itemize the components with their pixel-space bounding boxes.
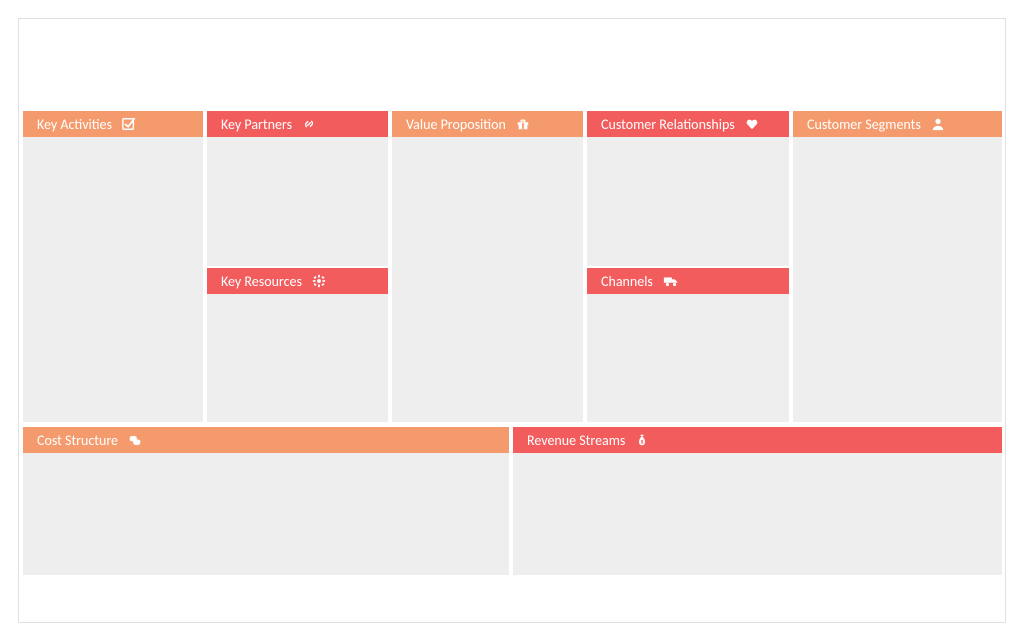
header-customer-relationships[interactable]: Customer Relationships: [585, 111, 791, 137]
header-key-partners[interactable]: Key Partners: [205, 111, 390, 137]
panel-key-activities[interactable]: [21, 137, 205, 424]
label-key-activities: Key Activities: [37, 116, 112, 133]
header-value-proposition[interactable]: Value Proposition: [390, 111, 585, 137]
header-customer-segments[interactable]: Customer Segments: [791, 111, 1004, 137]
label-key-resources: Key Resources: [221, 273, 302, 290]
label-customer-segments: Customer Segments: [807, 116, 921, 133]
header-revenue-streams[interactable]: Revenue Streams $: [511, 427, 1004, 453]
panel-channels[interactable]: [585, 294, 791, 424]
business-model-canvas: Key Activities Key Partners Value Propos…: [18, 18, 1006, 623]
label-customer-relationships: Customer Relationships: [601, 116, 735, 133]
coins-icon: [128, 433, 142, 447]
header-key-activities[interactable]: Key Activities: [21, 111, 205, 137]
header-key-resources[interactable]: Key Resources: [205, 268, 390, 294]
panel-customer-relationships[interactable]: [585, 137, 791, 268]
label-value-proposition: Value Proposition: [406, 116, 506, 133]
money-bag-icon: $: [635, 433, 649, 447]
truck-icon: [663, 274, 679, 288]
link-icon: [302, 117, 316, 131]
panel-value-proposition[interactable]: [390, 137, 585, 424]
panel-key-partners[interactable]: [205, 137, 390, 268]
gear-icon: [312, 274, 326, 288]
panel-revenue-streams[interactable]: [511, 453, 1004, 577]
label-cost-structure: Cost Structure: [37, 432, 118, 449]
panel-customer-segments[interactable]: [791, 137, 1004, 424]
header-channels[interactable]: Channels: [585, 268, 791, 294]
gift-icon: [516, 117, 530, 131]
svg-text:$: $: [641, 438, 644, 446]
check-square-icon: [122, 117, 136, 131]
label-channels: Channels: [601, 273, 653, 290]
header-cost-structure[interactable]: Cost Structure: [21, 427, 511, 453]
heart-icon: [745, 117, 759, 131]
user-icon: [931, 117, 945, 131]
label-revenue-streams: Revenue Streams: [527, 432, 625, 449]
panel-key-resources[interactable]: [205, 294, 390, 424]
panel-cost-structure[interactable]: [21, 453, 511, 577]
label-key-partners: Key Partners: [221, 116, 292, 133]
